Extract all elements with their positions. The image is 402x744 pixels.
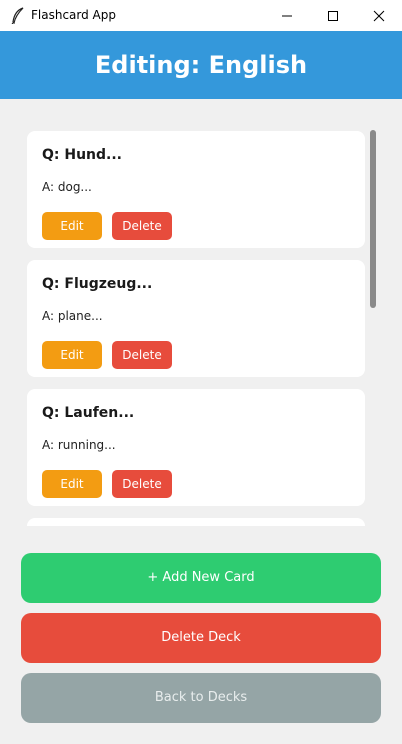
- page-title: Editing: English: [94, 51, 308, 79]
- card-question: Q: Hund...: [42, 147, 123, 163]
- card-answer: A: running...: [42, 438, 116, 452]
- window-titlebar: Flashcard App: [0, 0, 402, 31]
- maximize-icon: [328, 10, 338, 21]
- back-to-decks-button[interactable]: Back to Decks: [21, 673, 381, 723]
- edit-card-button[interactable]: Edit: [42, 341, 102, 369]
- close-button[interactable]: [356, 0, 402, 31]
- delete-card-button[interactable]: Delete: [112, 470, 172, 498]
- page-header: Editing: English: [0, 31, 402, 99]
- card-question: Q: Flugzeug...: [42, 276, 153, 292]
- delete-deck-button[interactable]: Delete Deck: [21, 613, 381, 663]
- minimize-icon: [282, 15, 292, 16]
- feather-icon: [11, 7, 24, 24]
- edit-card-button[interactable]: Edit: [42, 212, 102, 240]
- delete-card-button[interactable]: Delete: [112, 341, 172, 369]
- flashcard: Q: Flugzeug... A: plane... Edit Delete: [27, 260, 365, 377]
- flashcard: Q: Laufen... A: running... Edit Delete: [27, 389, 365, 506]
- card-answer: A: plane...: [42, 309, 103, 323]
- edit-card-button[interactable]: Edit: [42, 470, 102, 498]
- window-title: Flashcard App: [31, 8, 116, 22]
- card-question: Q: Laufen...: [42, 405, 135, 421]
- delete-card-button[interactable]: Delete: [112, 212, 172, 240]
- maximize-button[interactable]: [310, 0, 356, 31]
- card-list[interactable]: Q: Hund... A: dog... Edit Delete Q: Flug…: [20, 124, 382, 526]
- add-card-button[interactable]: + Add New Card: [21, 553, 381, 603]
- minimize-button[interactable]: [264, 0, 310, 31]
- flashcard: Q: Hund... A: dog... Edit Delete: [27, 131, 365, 248]
- list-scrollbar[interactable]: [370, 130, 376, 308]
- close-icon: [373, 10, 385, 21]
- flashcard-partial: [27, 518, 365, 526]
- card-answer: A: dog...: [42, 180, 92, 194]
